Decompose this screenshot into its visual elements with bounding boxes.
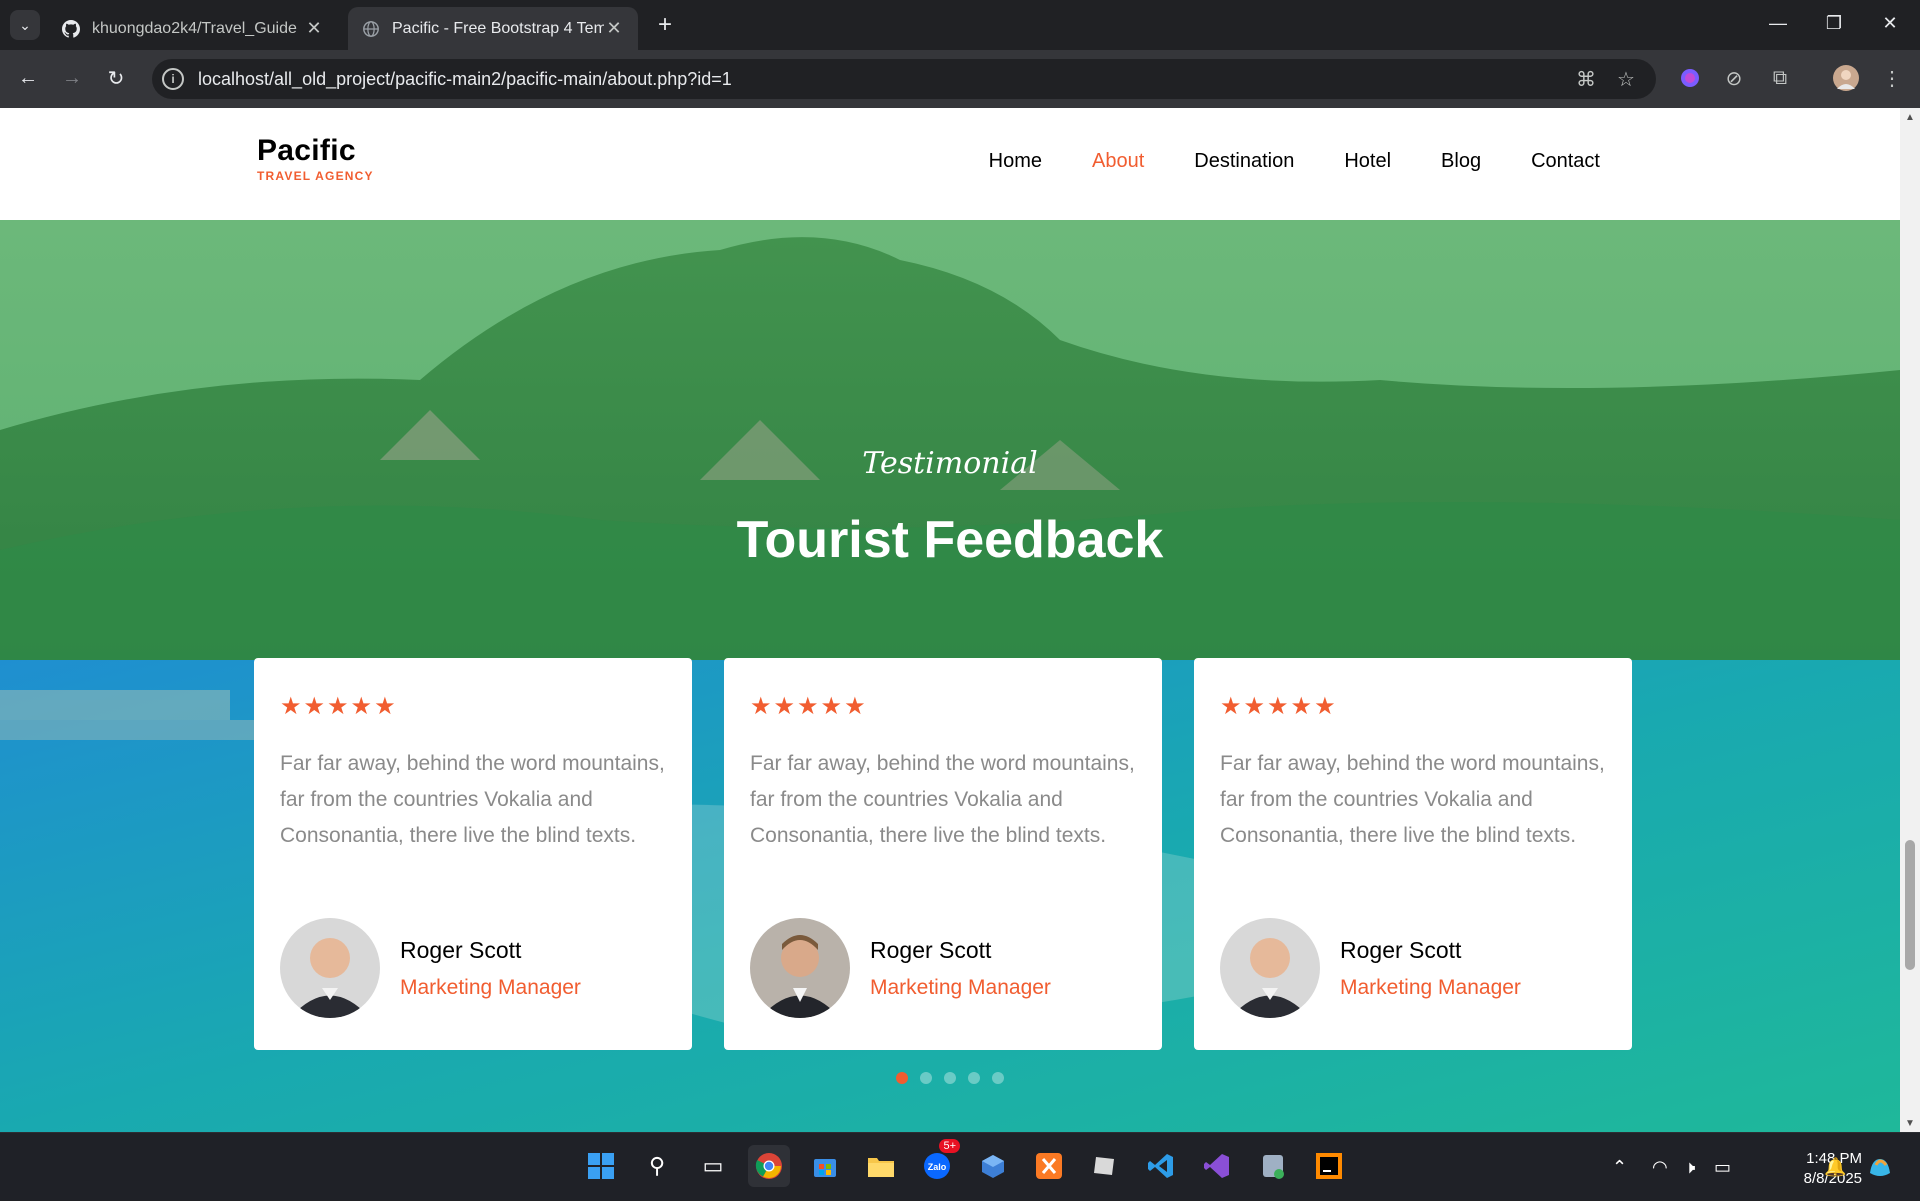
zalo-icon[interactable]: Zalo 5+: [916, 1139, 960, 1187]
carousel-dot-1[interactable]: [896, 1072, 908, 1084]
xampp-icon[interactable]: [1028, 1145, 1070, 1187]
intellij-icon[interactable]: [1308, 1145, 1350, 1187]
file-explorer-icon[interactable]: [860, 1145, 902, 1187]
nav-destination[interactable]: Destination: [1194, 150, 1294, 173]
author-name: Roger Scott: [870, 936, 992, 963]
scrollbar-thumb[interactable]: [1905, 840, 1915, 970]
testimonial-quote: Far far away, behind the word mountains,…: [1220, 752, 1605, 847]
svg-text:Zalo: Zalo: [928, 1162, 947, 1172]
avatar: [750, 918, 850, 1018]
avatar: [280, 918, 380, 1018]
star-rating-icon: ★★★★★: [1220, 693, 1338, 720]
author-position: Marketing Manager: [870, 975, 1051, 999]
task-view-icon[interactable]: ▭: [692, 1145, 734, 1187]
translate-icon[interactable]: ⌘: [1572, 59, 1600, 99]
tab-github[interactable]: khuongdao2k4/Travel_Guide ✕: [48, 7, 338, 50]
show-hidden-icons[interactable]: ⌃: [1612, 1133, 1627, 1201]
tab-search-button[interactable]: ⌄: [10, 10, 40, 40]
carousel-dots: [0, 1072, 1900, 1084]
back-icon[interactable]: ←: [12, 62, 44, 94]
section-heading: Tourist Feedback: [736, 511, 1164, 569]
nav-about[interactable]: About: [1092, 150, 1144, 173]
windows-start-icon[interactable]: [580, 1145, 622, 1187]
web-viewport: Pacific TRAVEL AGENCY Home About Destina…: [0, 108, 1900, 1132]
globe-icon: [363, 20, 379, 37]
wifi-icon[interactable]: ◠: [1652, 1133, 1668, 1201]
testimonial-author: Roger Scott Marketing Manager: [280, 918, 581, 1018]
database-icon[interactable]: [1252, 1145, 1294, 1187]
bookmark-star-icon[interactable]: ☆: [1612, 59, 1640, 99]
compass-icon[interactable]: ⊘: [1718, 62, 1750, 94]
reload-icon[interactable]: ↻: [100, 62, 132, 94]
close-window-icon[interactable]: ✕: [1862, 0, 1918, 46]
avatar: [1220, 918, 1320, 1018]
app-icon[interactable]: [1084, 1145, 1126, 1187]
browser-tab-strip: ⌄ khuongdao2k4/Travel_Guide ✕ Pacific - …: [0, 0, 1920, 50]
nav-hotel[interactable]: Hotel: [1344, 150, 1391, 173]
microsoft-store-icon[interactable]: [804, 1145, 846, 1187]
copilot-icon[interactable]: [1866, 1133, 1894, 1201]
author-position: Marketing Manager: [400, 975, 581, 999]
tab-title: khuongdao2k4/Travel_Guide: [92, 19, 297, 37]
virtualbox-icon[interactable]: [972, 1145, 1014, 1187]
main-menu: Home About Destination Hotel Blog Contac…: [989, 150, 1600, 173]
browser-toolbar: ← → ↻ i localhost/all_old_project/pacifi…: [0, 50, 1920, 108]
brand-tagline: TRAVEL AGENCY: [257, 169, 374, 183]
new-tab-button[interactable]: +: [650, 10, 680, 40]
address-bar[interactable]: i localhost/all_old_project/pacific-main…: [152, 59, 1656, 99]
tab-pacific[interactable]: Pacific - Free Bootstrap 4 Templ ✕: [348, 7, 638, 50]
author-name: Roger Scott: [400, 936, 522, 963]
site-navbar: Pacific TRAVEL AGENCY Home About Destina…: [0, 108, 1900, 220]
scroll-down-icon[interactable]: ▼: [1900, 1114, 1920, 1132]
testimonial-section: Testimonial Tourist Feedback ★★★★★ Far f…: [0, 220, 1900, 1132]
minimize-icon[interactable]: —: [1750, 0, 1806, 46]
carousel-dot-5[interactable]: [992, 1072, 1004, 1084]
close-tab-icon[interactable]: ✕: [304, 18, 324, 39]
testimonial-author: Roger Scott Marketing Manager: [750, 918, 1051, 1018]
carousel-dot-3[interactable]: [944, 1072, 956, 1084]
url-text: localhost/all_old_project/pacific-main2/…: [198, 68, 732, 89]
notification-badge: 5+: [939, 1139, 960, 1153]
github-icon: [62, 19, 80, 38]
restore-icon[interactable]: ❐: [1806, 0, 1862, 46]
scroll-up-icon[interactable]: ▲: [1900, 108, 1920, 126]
visual-studio-icon[interactable]: [1196, 1145, 1238, 1187]
carousel-dot-4[interactable]: [968, 1072, 980, 1084]
testimonial-quote: Far far away, behind the word mountains,…: [280, 752, 665, 847]
carousel-dot-2[interactable]: [920, 1072, 932, 1084]
site-info-icon[interactable]: i: [162, 68, 184, 90]
notification-bell-icon[interactable]: 🔔: [1824, 1133, 1846, 1201]
testimonial-quote: Far far away, behind the word mountains,…: [750, 752, 1135, 847]
chrome-icon[interactable]: [748, 1145, 790, 1187]
tab-title: Pacific - Free Bootstrap 4 Templ: [392, 19, 604, 37]
close-tab-icon[interactable]: ✕: [604, 18, 624, 39]
star-rating-icon: ★★★★★: [750, 693, 868, 720]
nav-contact[interactable]: Contact: [1531, 150, 1600, 173]
battery-icon[interactable]: ▭: [1714, 1133, 1731, 1201]
testimonial-card: ★★★★★ Far far away, behind the word moun…: [724, 658, 1162, 1050]
forward-icon[interactable]: →: [56, 62, 88, 94]
nav-blog[interactable]: Blog: [1441, 150, 1481, 173]
page-scrollbar[interactable]: ▲ ▼: [1900, 108, 1920, 1132]
search-icon[interactable]: ⚲: [636, 1145, 678, 1187]
star-rating-icon: ★★★★★: [280, 693, 398, 720]
volume-muted-icon[interactable]: 🕨: [1684, 1133, 1695, 1201]
section-subheading: Testimonial: [862, 446, 1038, 481]
site-logo[interactable]: Pacific TRAVEL AGENCY: [257, 134, 374, 184]
vscode-icon[interactable]: [1140, 1145, 1182, 1187]
windows-taskbar: ⚲ ▭ Zalo 5+ ⌃ ◠ 🕨 ▭ 1:48 PM 8/8/2025 🔔: [0, 1132, 1920, 1200]
brand-name: Pacific: [257, 134, 356, 167]
chrome-menu-icon[interactable]: ⋮: [1876, 62, 1908, 94]
extension-brain-icon[interactable]: [1674, 62, 1706, 94]
profile-avatar-icon[interactable]: [1830, 62, 1862, 94]
author-position: Marketing Manager: [1340, 975, 1521, 999]
extensions-puzzle-icon[interactable]: ⧉: [1764, 62, 1796, 94]
author-name: Roger Scott: [1340, 936, 1462, 963]
nav-home[interactable]: Home: [989, 150, 1042, 173]
testimonial-author: Roger Scott Marketing Manager: [1220, 918, 1521, 1018]
testimonial-card: ★★★★★ Far far away, behind the word moun…: [1194, 658, 1632, 1050]
testimonial-card: ★★★★★ Far far away, behind the word moun…: [254, 658, 692, 1050]
